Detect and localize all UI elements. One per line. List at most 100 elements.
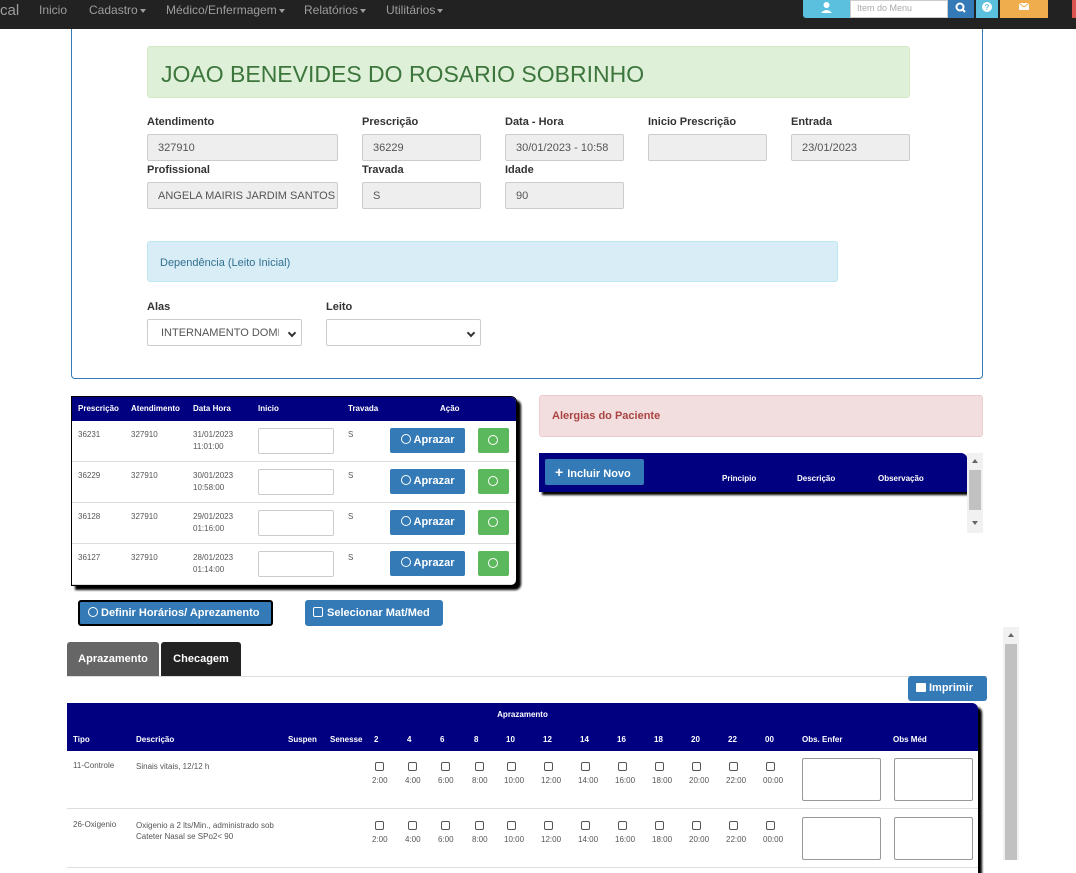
inicio-input[interactable] bbox=[258, 551, 334, 577]
cell-atendimento: 327910 bbox=[131, 553, 158, 562]
hour-checkbox[interactable] bbox=[475, 821, 484, 830]
hour-checkbox[interactable] bbox=[618, 762, 627, 771]
hour-checkbox[interactable] bbox=[766, 821, 775, 830]
header-prescricao: Prescrição bbox=[78, 404, 119, 413]
hour-checkbox[interactable] bbox=[544, 821, 553, 830]
hour-checkbox[interactable] bbox=[729, 762, 738, 771]
aprazar-button[interactable]: Aprazar bbox=[390, 469, 465, 494]
hour-checkbox[interactable] bbox=[729, 821, 738, 830]
leito-select[interactable] bbox=[326, 319, 481, 346]
hour-checkbox[interactable] bbox=[408, 762, 417, 771]
search-button[interactable] bbox=[948, 0, 974, 18]
obs-enfer-textarea[interactable] bbox=[802, 817, 881, 860]
hour-checkbox[interactable] bbox=[507, 762, 516, 771]
alergias-alert: Alergias do Paciente bbox=[539, 395, 983, 437]
hour-checkbox[interactable] bbox=[766, 762, 775, 771]
page-scrollbar[interactable] bbox=[1003, 627, 1019, 860]
aprazamento-title: Aprazamento bbox=[67, 703, 978, 727]
user-button[interactable] bbox=[803, 0, 850, 18]
hour-checkbox[interactable] bbox=[581, 762, 590, 771]
incluir-novo-button[interactable]: + Incluir Novo bbox=[545, 459, 644, 485]
profissional-field[interactable]: ANGELA MAIRIS JARDIM SANTOS bbox=[147, 182, 338, 209]
travada-label: Travada bbox=[362, 164, 404, 176]
tab-aprazamento[interactable]: Aprazamento bbox=[67, 642, 159, 676]
hour-checkbox[interactable] bbox=[375, 821, 384, 830]
confirm-button[interactable] bbox=[478, 510, 509, 535]
header-inicio: Inicio bbox=[258, 404, 279, 413]
confirm-button[interactable] bbox=[478, 428, 509, 453]
hour-checkbox[interactable] bbox=[692, 762, 701, 771]
inicio-input[interactable] bbox=[258, 469, 334, 495]
hour-label: 8:00 bbox=[472, 776, 488, 785]
cell-travada: S bbox=[348, 512, 354, 521]
nav-medico[interactable]: Médico/Enfermagem bbox=[166, 3, 285, 17]
hour-checkbox[interactable] bbox=[618, 821, 627, 830]
atendimento-field[interactable]: 327910 bbox=[147, 134, 338, 161]
confirm-button[interactable] bbox=[478, 469, 509, 494]
cell-descricao: Oxigenio a 2 lts/Min., administrado sob … bbox=[136, 821, 274, 841]
aprazamento-table: Aprazamento Tipo Descrição Suspen Seness… bbox=[67, 703, 978, 873]
menu-search-input[interactable]: Item do Menu bbox=[850, 0, 948, 18]
tab-checagem[interactable]: Checagem bbox=[161, 642, 241, 676]
travada-field[interactable]: S bbox=[362, 182, 481, 209]
header-suspen: Suspen bbox=[288, 735, 317, 744]
hour-label: 00:00 bbox=[763, 835, 784, 844]
hour-checkbox[interactable] bbox=[655, 762, 664, 771]
hour-checkbox[interactable] bbox=[655, 821, 664, 830]
hour-checkbox[interactable] bbox=[692, 821, 701, 830]
hour-checkbox[interactable] bbox=[581, 821, 590, 830]
hour-checkbox[interactable] bbox=[475, 762, 484, 771]
header-hour: 16 bbox=[617, 735, 626, 744]
inicio-prescricao-field[interactable] bbox=[648, 134, 767, 161]
aprazar-button[interactable]: Aprazar bbox=[390, 510, 465, 535]
hour-label: 22:00 bbox=[726, 835, 747, 844]
mail-button[interactable] bbox=[1000, 0, 1048, 18]
obs-med-textarea[interactable] bbox=[894, 817, 973, 860]
entrada-field[interactable]: 23/01/2023 bbox=[791, 134, 910, 161]
hour-label: 20:00 bbox=[689, 835, 710, 844]
hour-label: 14:00 bbox=[578, 835, 599, 844]
hour-checkbox[interactable] bbox=[408, 821, 417, 830]
brand[interactable]: cal bbox=[0, 2, 19, 19]
inicio-input[interactable] bbox=[258, 428, 334, 454]
aprazar-button[interactable]: Aprazar bbox=[390, 428, 465, 453]
hour-checkbox[interactable] bbox=[441, 762, 450, 771]
hour-label: 4:00 bbox=[405, 835, 421, 844]
aprazar-button[interactable]: Aprazar bbox=[390, 551, 465, 576]
idade-field[interactable]: 90 bbox=[505, 182, 624, 209]
inicio-input[interactable] bbox=[258, 510, 334, 536]
nav-cadastro[interactable]: Cadastro bbox=[89, 3, 146, 17]
patient-name: JOAO BENEVIDES DO ROSARIO SOBRINHO bbox=[147, 46, 910, 98]
aprazamento-header: Tipo Descrição Suspen Senesse Obs. Enfer… bbox=[67, 727, 978, 751]
alert-button[interactable] bbox=[1072, 0, 1076, 18]
obs-med-textarea[interactable] bbox=[894, 758, 973, 801]
alas-select[interactable]: INTERNAMENTO DOMICILIAR bbox=[147, 319, 302, 346]
cell-datahora: 28/01/2023 01:14:00 bbox=[193, 552, 233, 576]
cell-tipo: 26-Oxigenio bbox=[73, 820, 117, 829]
nav-inicio[interactable]: Inicio bbox=[39, 3, 67, 17]
prescricao-field[interactable]: 36229 bbox=[362, 134, 481, 161]
selecionar-matmed-button[interactable]: Selecionar Mat/Med bbox=[305, 600, 443, 626]
external-link-icon bbox=[313, 607, 323, 617]
cell-datahora: 29/01/2023 01:16:00 bbox=[193, 511, 233, 535]
confirm-button[interactable] bbox=[478, 551, 509, 576]
header-hour: 8 bbox=[474, 735, 479, 744]
table-row: 36127 327910 28/01/2023 01:14:00 S Aprazar bbox=[72, 544, 516, 585]
nav-relatorios[interactable]: Relatórios bbox=[304, 3, 367, 17]
obs-enfer-textarea[interactable] bbox=[802, 758, 881, 801]
cell-prescricao: 36128 bbox=[78, 512, 101, 521]
hour-checkbox[interactable] bbox=[544, 762, 553, 771]
hour-checkbox[interactable] bbox=[375, 762, 384, 771]
hour-checkbox[interactable] bbox=[441, 821, 450, 830]
header-datahora: Data Hora bbox=[193, 404, 231, 413]
help-button[interactable]: ? bbox=[976, 0, 998, 18]
check-circle-icon bbox=[400, 434, 411, 444]
alergias-scrollbar[interactable] bbox=[967, 453, 983, 533]
nav-utilitarios[interactable]: Utilitários bbox=[386, 3, 444, 17]
cell-time: 01:16:00 bbox=[193, 524, 225, 533]
hour-checkbox[interactable] bbox=[507, 821, 516, 830]
datahora-field[interactable]: 30/01/2023 - 10:58 bbox=[505, 134, 624, 161]
definir-horarios-button[interactable]: Definir Horários/ Aprezamento bbox=[78, 600, 273, 626]
header-principio: Principio bbox=[722, 474, 757, 483]
imprimir-button[interactable]: Imprimir bbox=[908, 676, 987, 701]
